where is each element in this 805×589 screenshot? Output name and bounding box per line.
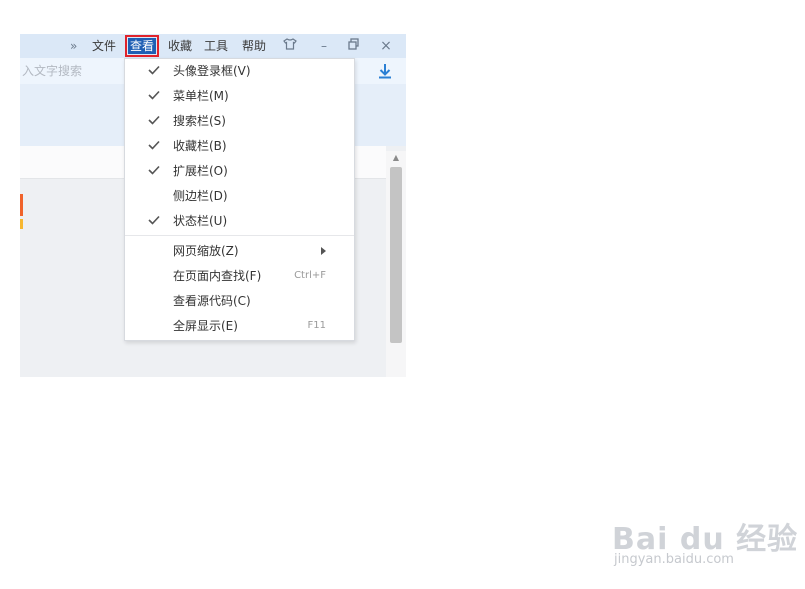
menu-item-sidebar[interactable]: 侧边栏(D): [125, 184, 354, 208]
menu-item-label: 侧边栏(D): [173, 189, 228, 203]
check-icon: [148, 215, 160, 225]
menu-item-label: 菜单栏(M): [173, 89, 229, 103]
menu-item-label: 全屏显示(E): [173, 319, 238, 333]
menu-item-label: 在页面内查找(F): [173, 269, 262, 283]
menu-item-fullscreen[interactable]: 全屏显示(E) F11: [125, 314, 354, 338]
menu-item-avatar-login[interactable]: 头像登录框(V): [125, 59, 354, 83]
menu-item-shortcut: Ctrl+F: [294, 270, 326, 281]
menu-tools[interactable]: 工具: [204, 38, 228, 54]
menu-view[interactable]: 查看: [124, 35, 160, 57]
scroll-thumb[interactable]: [390, 167, 402, 343]
view-dropdown-menu: 头像登录框(V) 菜单栏(M) 搜索栏(S) 收藏栏(B) 扩展栏(O) 侧边栏…: [124, 58, 355, 341]
check-icon: [148, 90, 160, 100]
menu-item-label: 收藏栏(B): [173, 139, 227, 153]
menu-help[interactable]: 帮助: [242, 38, 266, 54]
menu-item-zoom[interactable]: 网页缩放(Z): [125, 239, 354, 263]
title-bar: » 文件 查看 收藏 工具 帮助 – ×: [20, 34, 406, 58]
check-icon: [148, 65, 160, 75]
menu-item-label: 状态栏(U): [173, 214, 228, 228]
watermark-url: jingyan.baidu.com: [614, 552, 734, 567]
page-accent-bar: [20, 194, 23, 216]
vertical-scrollbar[interactable]: ▲: [386, 151, 406, 377]
menu-item-statusbar[interactable]: 状态栏(U): [125, 209, 354, 233]
menu-overflow-button[interactable]: »: [70, 38, 77, 54]
check-icon: [148, 140, 160, 150]
baidu-jingyan-watermark: Bai du 经验 jingyan.baidu.com: [612, 500, 797, 575]
menu-item-shortcut: F11: [307, 320, 326, 331]
menu-item-label: 网页缩放(Z): [173, 244, 239, 258]
menu-favorites[interactable]: 收藏: [168, 38, 192, 54]
menu-item-extensionbar[interactable]: 扩展栏(O): [125, 159, 354, 183]
menu-item-label: 扩展栏(O): [173, 164, 228, 178]
minimize-button[interactable]: –: [316, 38, 332, 54]
menu-item-label: 头像登录框(V): [173, 64, 251, 78]
restore-button[interactable]: [346, 38, 362, 54]
page-accent-bar: [20, 219, 23, 229]
menu-item-find-in-page[interactable]: 在页面内查找(F) Ctrl+F: [125, 264, 354, 288]
menu-item-favoritesbar[interactable]: 收藏栏(B): [125, 134, 354, 158]
menu-item-label: 查看源代码(C): [173, 294, 251, 308]
close-button[interactable]: ×: [378, 38, 394, 54]
menu-file[interactable]: 文件: [92, 38, 116, 54]
menu-item-menubar[interactable]: 菜单栏(M): [125, 84, 354, 108]
check-icon: [148, 115, 160, 125]
menu-item-searchbar[interactable]: 搜索栏(S): [125, 109, 354, 133]
search-input[interactable]: [20, 62, 132, 80]
menu-item-label: 搜索栏(S): [173, 114, 226, 128]
menu-divider: [125, 235, 354, 236]
scroll-up-icon[interactable]: ▲: [390, 153, 402, 163]
submenu-arrow-icon: [321, 247, 326, 255]
menu-item-view-source[interactable]: 查看源代码(C): [125, 289, 354, 313]
skin-icon[interactable]: [282, 38, 298, 54]
check-icon: [148, 165, 160, 175]
download-icon[interactable]: [376, 62, 394, 80]
